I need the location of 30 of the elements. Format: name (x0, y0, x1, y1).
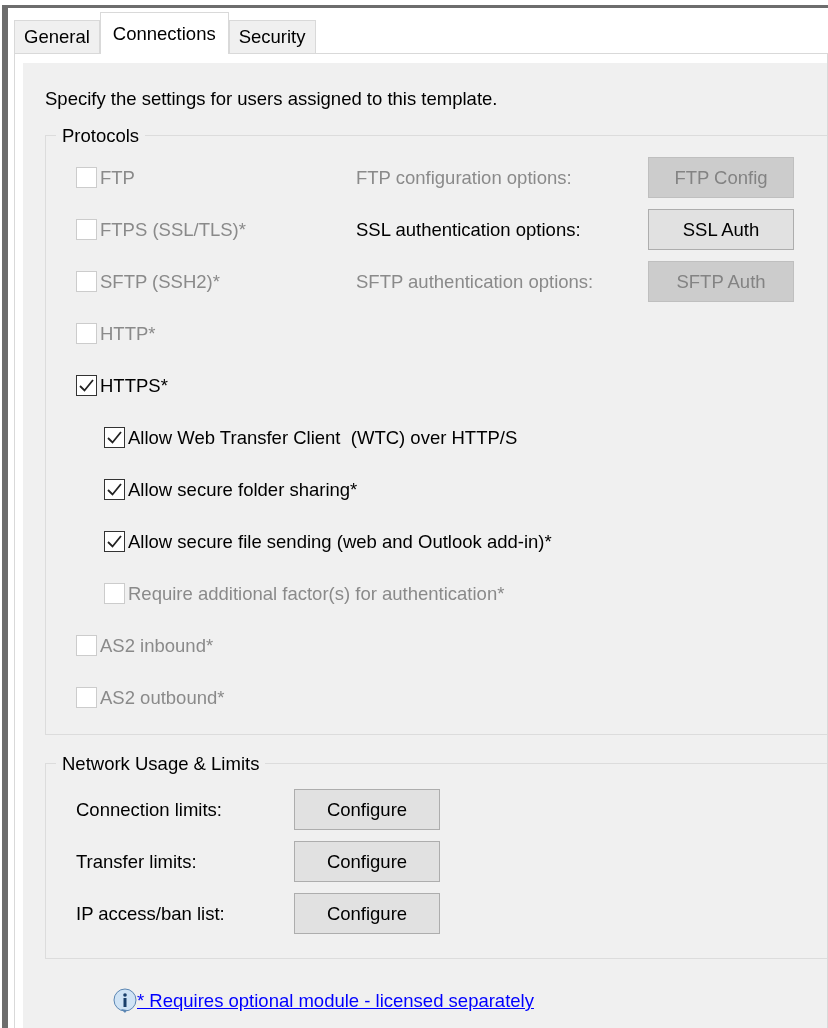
configure-button[interactable]: Configure (294, 841, 440, 883)
option-label: SFTP authentication options: (356, 269, 595, 294)
checkbox[interactable] (104, 531, 125, 553)
option-label: FTP configuration options: (356, 165, 573, 190)
checkbox-label: HTTPS* (100, 373, 168, 398)
option-label: SSL authentication options: (356, 217, 582, 242)
checkbox-label: AS2 outbound* (100, 685, 225, 710)
checkbox[interactable] (104, 427, 125, 449)
checkbox[interactable] (104, 479, 125, 501)
intro-text: Specify the settings for users assigned to this template. (45, 87, 499, 111)
checkbox-label: AS2 inbound* (100, 633, 214, 658)
checkbox-label: SFTP (SSH2)* (100, 269, 220, 294)
checkbox-label: FTP (100, 165, 135, 190)
configure-button[interactable]: Configure (294, 789, 440, 831)
checkbox-label: HTTP* (100, 321, 156, 346)
tab[interactable]: Security (228, 20, 316, 53)
module-link[interactable]: * Requires optional module - licensed separately (137, 986, 534, 1015)
checkbox-label: Allow secure folder sharing* (128, 477, 358, 502)
field-label: Transfer limits: (76, 849, 198, 874)
checkbox[interactable] (76, 375, 97, 397)
tab[interactable]: General (14, 20, 100, 53)
field-label: Connection limits: (76, 797, 223, 822)
configure-button[interactable]: Configure (294, 893, 440, 935)
checkbox-label: FTPS (SSL/TLS)* (100, 217, 246, 242)
checkbox-label: Allow Web Transfer Client (WTC) over HTTP/S (128, 425, 518, 450)
checkbox-label: Allow secure file sending (web and Outlook add-in)* (128, 529, 552, 554)
field-label: IP access/ban list: (76, 901, 226, 926)
tab[interactable]: Connections (99, 12, 229, 54)
checkbox-label: Require additional factor(s) for authentication* (128, 581, 505, 606)
info-icon (113, 987, 137, 1014)
